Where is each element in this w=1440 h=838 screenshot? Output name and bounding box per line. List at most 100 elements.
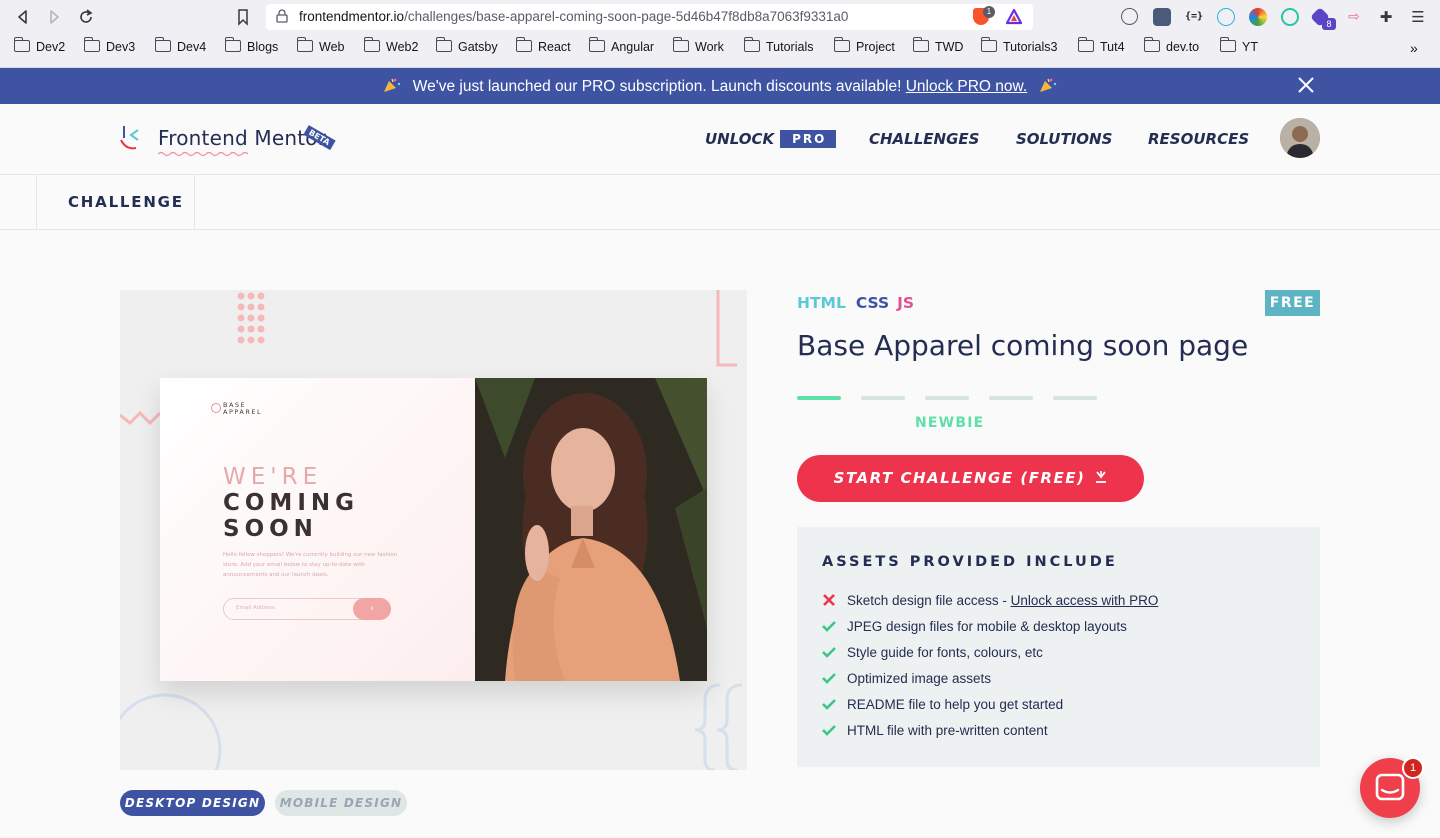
bookmarks-overflow-button[interactable]: » <box>1410 40 1418 56</box>
language-tags: HTML CSS JS <box>797 294 914 312</box>
bookmark-folder[interactable]: Tutorials <box>743 37 813 54</box>
frontend-mentor-logo[interactable]: Frontend Mentor BETA <box>120 122 350 162</box>
desktop-design-toggle[interactable]: DESKTOP DESIGN <box>120 790 265 816</box>
free-badge: FREE <box>1265 290 1320 316</box>
tag-js: JS <box>897 294 915 312</box>
reload-icon[interactable] <box>75 6 97 28</box>
difficulty-step <box>989 396 1033 400</box>
promo-banner: We've just launched our PRO subscription… <box>0 68 1440 104</box>
bookmark-folder[interactable]: Blogs <box>224 37 278 54</box>
check-icon <box>822 621 836 632</box>
mockup-heading: WE'RE COMING SOON <box>223 464 360 542</box>
browser-chrome: frontendmentor.io/challenges/base-appare… <box>0 0 1440 68</box>
user-avatar[interactable] <box>1280 118 1320 158</box>
start-challenge-button[interactable]: START CHALLENGE (FREE) <box>797 455 1144 502</box>
unlock-pro-link[interactable]: Unlock PRO now. <box>906 78 1027 95</box>
screen-extension-icon[interactable] <box>1153 8 1171 26</box>
extension-badge: 8 <box>1322 18 1336 30</box>
folder-icon <box>833 37 850 52</box>
asset-item: Style guide for fonts, colours, etc <box>822 645 1043 665</box>
bookmark-folder[interactable]: Dev2 <box>13 37 65 54</box>
party-popper-icon <box>1040 78 1057 92</box>
folder-icon <box>515 37 532 52</box>
folder-icon <box>1143 37 1160 52</box>
nav-resources[interactable]: RESOURCES <box>1148 130 1249 148</box>
lighthouse-extension-icon[interactable] <box>1281 8 1299 26</box>
cross-icon <box>823 594 835 606</box>
difficulty-step <box>1053 396 1097 400</box>
tab-challenge[interactable]: CHALLENGE <box>36 175 195 230</box>
assets-panel: ASSETS PROVIDED INCLUDE Sketch design fi… <box>797 527 1320 767</box>
bookmark-folder[interactable]: Web2 <box>363 37 418 54</box>
extensions-icon[interactable]: ✚ <box>1377 8 1395 26</box>
folder-icon <box>435 37 452 52</box>
nav-solutions[interactable]: SOLUTIONS <box>1016 130 1112 148</box>
folder-icon <box>743 37 760 52</box>
mockup-hero-photo <box>475 378 707 681</box>
folder-icon <box>296 37 313 52</box>
logo-text: Frontend Mentor <box>158 126 327 150</box>
nav-challenges[interactable]: CHALLENGES <box>869 130 979 148</box>
asset-item: Optimized image assets <box>822 671 991 691</box>
folder-icon <box>224 37 241 52</box>
check-icon <box>822 699 836 710</box>
unlock-access-link[interactable]: Unlock access with PRO <box>1011 593 1159 608</box>
tag-html: HTML <box>797 294 846 312</box>
design-preview[interactable]: BASE APPAREL WE'RE COMING SOON Hello fell… <box>120 290 747 770</box>
react-devtools-icon[interactable] <box>1217 8 1235 26</box>
bookmark-folder[interactable]: Project <box>833 37 895 54</box>
shield-count-badge: 1 <box>983 6 995 18</box>
challenge-subnav: CHALLENGE <box>0 175 1440 230</box>
folder-icon <box>13 37 30 52</box>
download-icon <box>1096 471 1107 483</box>
brand-circle-icon <box>211 403 221 413</box>
bookmark-folder[interactable]: YT <box>1219 37 1258 54</box>
bookmark-folder[interactable]: dev.to <box>1143 37 1199 54</box>
arrow-extension-icon[interactable]: ⇨ <box>1345 8 1363 26</box>
difficulty-step <box>861 396 905 400</box>
promo-text: We've just launched our PRO subscription… <box>412 78 906 95</box>
forward-icon[interactable] <box>43 6 65 28</box>
url-text: frontendmentor.io/challenges/base-appare… <box>299 9 849 24</box>
asset-item: JPEG design files for mobile & desktop l… <box>822 619 1127 639</box>
mockup-left-panel: BASE APPAREL WE'RE COMING SOON Hello fell… <box>160 378 475 681</box>
folder-icon <box>672 37 689 52</box>
tag-css: CSS <box>855 294 890 312</box>
folder-icon <box>363 37 380 52</box>
folder-icon <box>912 37 929 52</box>
mockup-paragraph: Hello fellow shoppers! We're currently b… <box>223 552 398 578</box>
bookmark-folder[interactable]: Tut4 <box>1077 37 1125 54</box>
logo-mark-icon <box>120 126 139 150</box>
difficulty-step <box>797 396 841 400</box>
bookmark-folder[interactable]: React <box>515 37 571 54</box>
folder-icon <box>83 37 100 52</box>
difficulty-indicator <box>797 396 1117 401</box>
lock-icon <box>276 9 288 23</box>
bookmark-folder[interactable]: Dev3 <box>83 37 135 54</box>
bookmark-folder[interactable]: Web <box>296 37 344 54</box>
bookmark-folder[interactable]: Gatsby <box>435 37 498 54</box>
color-picker-extension-icon[interactable] <box>1249 8 1267 26</box>
difficulty-label: NEWBIE <box>915 415 985 431</box>
difficulty-step <box>925 396 969 400</box>
menu-icon[interactable]: ☰ <box>1409 8 1427 26</box>
bookmark-folder[interactable]: Dev4 <box>154 37 206 54</box>
mobile-design-toggle[interactable]: MOBILE DESIGN <box>275 790 407 816</box>
brave-rewards-icon[interactable] <box>1005 8 1023 25</box>
folder-icon <box>980 37 997 52</box>
json-extension-icon[interactable]: {=} <box>1185 8 1203 26</box>
bookmark-folder[interactable]: Tutorials3 <box>980 37 1057 54</box>
bookmark-folder[interactable]: Work <box>672 37 724 54</box>
hashnode-extension-icon[interactable] <box>1121 8 1138 25</box>
bookmark-folder[interactable]: TWD <box>912 37 963 54</box>
url-bar[interactable]: frontendmentor.io/challenges/base-appare… <box>266 4 1033 30</box>
design-mockup: BASE APPAREL WE'RE COMING SOON Hello fell… <box>160 378 707 681</box>
close-icon[interactable] <box>1296 75 1316 95</box>
challenge-title: Base Apparel coming soon page <box>797 329 1249 362</box>
mockup-brand: BASE APPAREL <box>211 402 262 416</box>
bookmark-icon[interactable] <box>232 6 254 28</box>
bookmark-folder[interactable]: Angular <box>588 37 654 54</box>
back-icon[interactable] <box>12 6 34 28</box>
nav-unlock-pro[interactable]: UNLOCK PRO <box>705 130 837 148</box>
mockup-submit-button: › <box>353 598 391 620</box>
